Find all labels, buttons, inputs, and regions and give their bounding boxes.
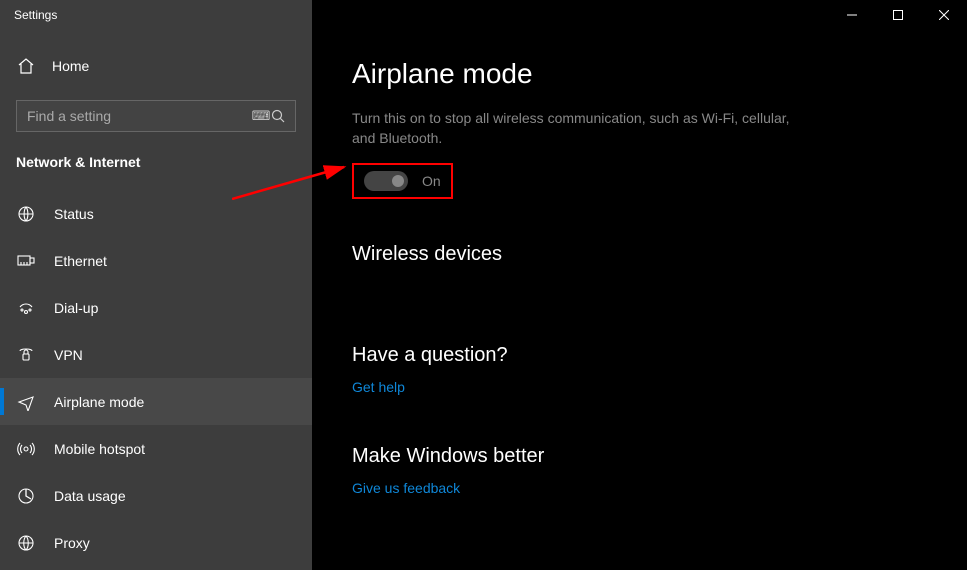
airplane-icon — [16, 392, 36, 412]
wireless-devices-heading: Wireless devices — [352, 243, 939, 266]
sidebar-item-label: Mobile hotspot — [54, 441, 145, 457]
titlebar: Settings — [0, 0, 967, 30]
window-title: Settings — [0, 8, 57, 22]
dialup-icon — [16, 298, 36, 318]
home-label: Home — [52, 58, 89, 74]
sidebar: Home Find a setting ⌨︎ Network & Interne… — [0, 30, 312, 570]
toggle-state-label: On — [422, 173, 441, 189]
minimize-button[interactable] — [829, 0, 875, 30]
search-input[interactable]: Find a setting ⌨︎ — [16, 100, 296, 132]
sidebar-item-label: Ethernet — [54, 253, 107, 269]
home-icon — [16, 56, 36, 76]
give-feedback-link[interactable]: Give us feedback — [352, 480, 460, 496]
vpn-icon — [16, 345, 36, 365]
data-usage-icon — [16, 486, 36, 506]
section-title: Network & Internet — [0, 132, 312, 184]
sidebar-item-vpn[interactable]: VPN — [0, 331, 312, 378]
annotation-highlight-box: On — [352, 163, 453, 199]
sidebar-item-label: Data usage — [54, 488, 126, 504]
sidebar-item-mobile-hotspot[interactable]: Mobile hotspot — [0, 425, 312, 472]
get-help-link[interactable]: Get help — [352, 379, 405, 395]
sidebar-item-label: Status — [54, 206, 94, 222]
toggle-knob — [392, 175, 404, 187]
sidebar-item-airplane-mode[interactable]: Airplane mode — [0, 378, 312, 425]
airplane-toggle[interactable] — [364, 171, 408, 191]
search-placeholder: Find a setting — [27, 108, 251, 124]
page-title: Airplane mode — [352, 58, 939, 90]
sidebar-item-status[interactable]: Status — [0, 190, 312, 237]
sidebar-item-ethernet[interactable]: Ethernet — [0, 237, 312, 284]
page-description: Turn this on to stop all wireless commun… — [352, 108, 792, 149]
hotspot-icon — [16, 439, 36, 459]
sidebar-item-label: VPN — [54, 347, 83, 363]
sidebar-item-proxy[interactable]: Proxy — [0, 519, 312, 566]
make-windows-better-heading: Make Windows better — [352, 445, 939, 468]
sidebar-item-data-usage[interactable]: Data usage — [0, 472, 312, 519]
home-button[interactable]: Home — [0, 46, 312, 86]
close-button[interactable] — [921, 0, 967, 30]
search-icon — [271, 109, 285, 123]
search-icon: ⌨︎ — [251, 106, 271, 126]
sidebar-item-label: Airplane mode — [54, 394, 144, 410]
nav-list: Status Ethernet Dial-up VPN — [0, 190, 312, 566]
maximize-button[interactable] — [875, 0, 921, 30]
status-icon — [16, 204, 36, 224]
sidebar-item-dialup[interactable]: Dial-up — [0, 284, 312, 331]
ethernet-icon — [16, 251, 36, 271]
content-pane: Airplane mode Turn this on to stop all w… — [312, 30, 967, 570]
sidebar-item-label: Proxy — [54, 535, 90, 551]
sidebar-item-label: Dial-up — [54, 300, 98, 316]
have-a-question-heading: Have a question? — [352, 344, 939, 367]
window-controls — [829, 0, 967, 30]
proxy-icon — [16, 533, 36, 553]
